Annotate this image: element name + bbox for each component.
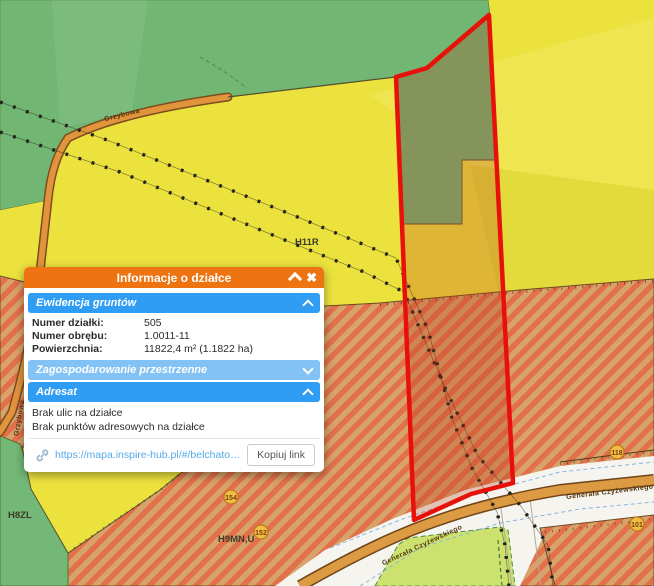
chevron-up-icon bbox=[302, 299, 313, 310]
row-label: Powierzchnia: bbox=[32, 343, 144, 356]
adresat-content: Brak ulic na działce Brak punktów adreso… bbox=[28, 404, 320, 438]
panel-footer: https://mapa.inspire-hub.pl/#/belchatow/… bbox=[28, 438, 320, 472]
close-icon[interactable]: ✖ bbox=[306, 267, 317, 288]
parcel-info-panel: Informacje o działce ✖ Ewidencja gruntów… bbox=[24, 267, 324, 472]
svg-text:118: 118 bbox=[611, 450, 622, 457]
copy-link-button[interactable]: Kopiuj link bbox=[247, 444, 315, 466]
chevron-down-icon bbox=[302, 363, 313, 374]
section-ewidencja-gruntow[interactable]: Ewidencja gruntów bbox=[28, 293, 320, 313]
svg-text:101: 101 bbox=[631, 522, 643, 529]
row-label: Numer obrębu: bbox=[32, 330, 144, 343]
zone-label-h9mnu: H9MN,U bbox=[218, 534, 255, 545]
map-app-screen: H11R H8ZL H9MN,U Grzybowa Grzybowa Gener… bbox=[0, 0, 654, 586]
panel-body: Ewidencja gruntów Numer działki: 505 Num… bbox=[24, 288, 324, 472]
section-zagospodarowanie[interactable]: Zagospodarowanie przestrzenne bbox=[28, 360, 320, 380]
plot-number-154: 154 bbox=[224, 490, 238, 504]
collapse-panel-chevron-icon[interactable] bbox=[288, 272, 302, 286]
svg-text:154: 154 bbox=[225, 495, 237, 502]
row-value: 1.0011-11 bbox=[144, 330, 316, 343]
adresat-line-addresses: Brak punktów adresowych na działce bbox=[32, 420, 316, 434]
plot-number-118: 118 bbox=[610, 445, 624, 459]
panel-header: Informacje o działce ✖ bbox=[24, 267, 324, 288]
row-label: Numer działki: bbox=[32, 317, 144, 330]
svg-text:152: 152 bbox=[255, 530, 267, 537]
parcel-share-link[interactable]: https://mapa.inspire-hub.pl/#/belchatow/… bbox=[55, 449, 241, 461]
row-value: 11822,4 m² (1.1822 ha) bbox=[144, 343, 316, 356]
plot-number-101: 101 bbox=[630, 517, 644, 531]
chevron-up-icon bbox=[302, 388, 313, 399]
row-value: 505 bbox=[144, 317, 316, 330]
zone-label-h8zl: H8ZL bbox=[8, 510, 32, 521]
section-adresat[interactable]: Adresat bbox=[28, 382, 320, 402]
section-ewidencja-label: Ewidencja gruntów bbox=[36, 297, 136, 309]
zone-label-h11r: H11R bbox=[295, 237, 319, 248]
plot-number-152: 152 bbox=[254, 525, 268, 539]
link-icon bbox=[36, 449, 49, 462]
adresat-line-streets: Brak ulic na działce bbox=[32, 406, 316, 420]
row-numer-dzialki: Numer działki: 505 bbox=[30, 317, 318, 330]
ewidencja-rows: Numer działki: 505 Numer obrębu: 1.0011-… bbox=[28, 315, 320, 358]
row-numer-obrebu: Numer obrębu: 1.0011-11 bbox=[30, 330, 318, 343]
row-powierzchnia: Powierzchnia: 11822,4 m² (1.1822 ha) bbox=[30, 343, 318, 356]
section-adresat-label: Adresat bbox=[36, 386, 77, 398]
panel-title: Informacje o działce bbox=[24, 271, 324, 285]
section-zagospodarowanie-label: Zagospodarowanie przestrzenne bbox=[36, 364, 207, 376]
